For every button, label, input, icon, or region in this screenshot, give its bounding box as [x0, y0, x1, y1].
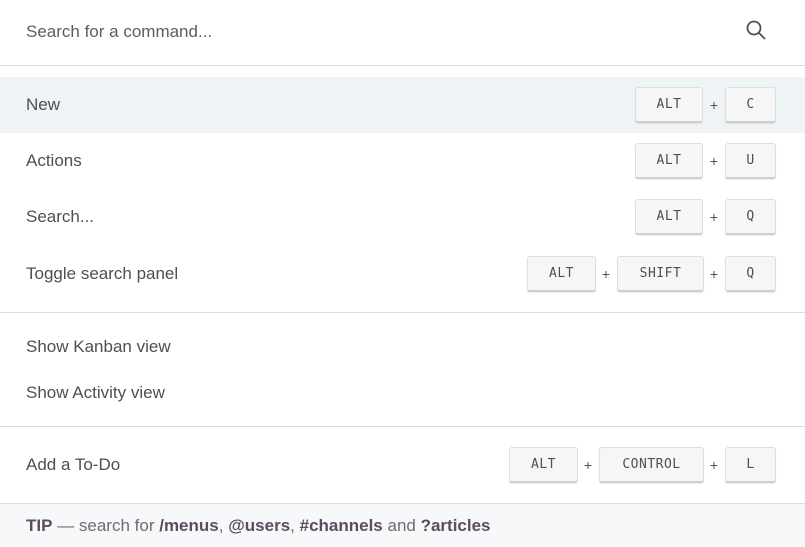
- key-plus: +: [709, 457, 719, 473]
- tip-separator: ,: [290, 515, 300, 535]
- tip-and: and: [382, 515, 421, 535]
- key-plus: +: [583, 457, 593, 473]
- key-c: C: [725, 87, 776, 123]
- key-alt: ALT: [509, 447, 578, 483]
- command-toggle-search-panel[interactable]: Toggle search panel ALT + SHIFT + Q: [0, 246, 805, 302]
- key-shift: SHIFT: [617, 256, 704, 292]
- command-label: New: [26, 95, 61, 114]
- key-alt: ALT: [635, 199, 703, 235]
- key-plus: +: [709, 266, 719, 282]
- command-label: Search...: [26, 207, 95, 226]
- command-add-a-todo[interactable]: Add a To-Do ALT + CONTROL + L: [0, 437, 805, 493]
- tip-menus: /menus: [159, 515, 219, 535]
- command-label: Show Activity view: [26, 383, 165, 402]
- command-palette: New ALT + C Actions ALT + U Search... AL…: [0, 0, 805, 547]
- key-l: L: [725, 447, 776, 483]
- key-plus: +: [709, 209, 719, 225]
- key-plus: +: [601, 266, 611, 282]
- tip-bar: TIP — search for /menus, @users, #channe…: [0, 503, 805, 547]
- key-q: Q: [725, 199, 776, 235]
- command-label: Actions: [26, 151, 82, 170]
- command-search[interactable]: Search... ALT + Q: [0, 189, 805, 245]
- tip-channels: #channels: [299, 515, 383, 535]
- key-alt: ALT: [635, 87, 703, 123]
- tip-articles: ?articles: [420, 515, 491, 535]
- tip-label: TIP: [26, 515, 53, 535]
- command-label: Toggle search panel: [26, 264, 179, 283]
- key-control: CONTROL: [599, 447, 704, 483]
- command-label: Show Kanban view: [26, 337, 171, 356]
- key-plus: +: [709, 153, 719, 169]
- key-alt: ALT: [527, 256, 596, 292]
- tip-separator: ,: [218, 515, 229, 535]
- tip-users: @users: [228, 515, 291, 535]
- key-plus: +: [709, 97, 719, 113]
- key-q: Q: [725, 256, 776, 292]
- command-show-activity-view[interactable]: Show Activity view: [0, 365, 805, 421]
- command-label: Add a To-Do: [26, 455, 121, 474]
- tip-text: — search for: [52, 515, 160, 535]
- key-alt: ALT: [635, 143, 703, 179]
- command-new[interactable]: New ALT + C: [0, 77, 805, 133]
- search-icon[interactable]: [745, 19, 767, 41]
- key-u: U: [725, 143, 776, 179]
- group-divider: [0, 312, 805, 313]
- command-actions[interactable]: Actions ALT + U: [0, 133, 805, 189]
- search-input[interactable]: [26, 17, 726, 47]
- search-bar: [0, 0, 805, 66]
- group-divider: [0, 426, 805, 427]
